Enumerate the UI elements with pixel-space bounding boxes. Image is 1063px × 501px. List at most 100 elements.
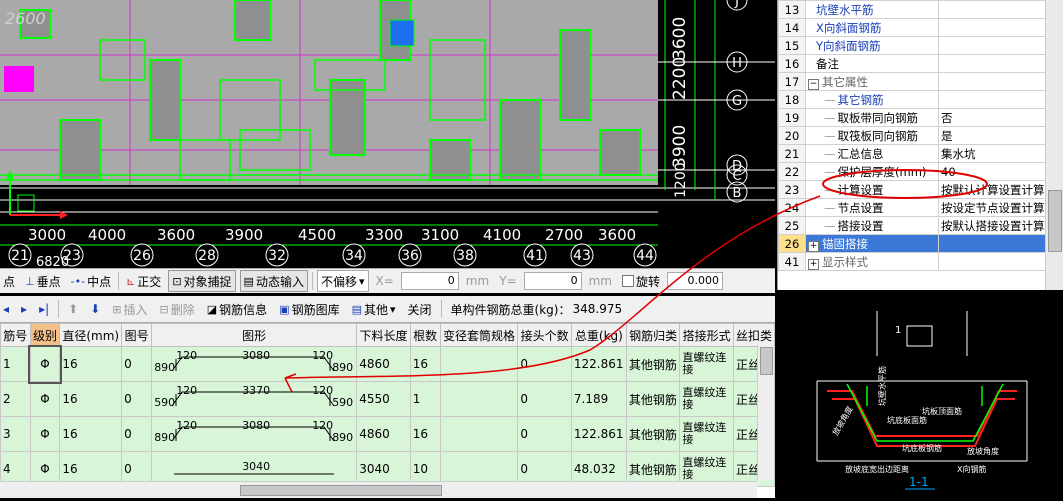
- object-snap-button[interactable]: ⊡对象捕捉: [168, 270, 235, 292]
- grid-header-cell[interactable]: 图号: [122, 324, 152, 347]
- rotate-input[interactable]: 0.000: [667, 272, 723, 290]
- property-row[interactable]: 19—取板带同向钢筋否: [779, 109, 1063, 127]
- cell-grade[interactable]: Φ: [30, 382, 60, 417]
- expand-icon[interactable]: +: [808, 241, 819, 252]
- cell-cut-length[interactable]: 4860: [357, 347, 411, 382]
- cell-figure-no[interactable]: 0: [122, 347, 152, 382]
- properties-scrollbar[interactable]: [1045, 0, 1063, 290]
- property-row[interactable]: 14X向斜面钢筋: [779, 19, 1063, 37]
- grid-header-cell[interactable]: 总重(kg): [571, 324, 626, 347]
- cell-lap-type[interactable]: 直螺纹连接: [680, 417, 734, 452]
- property-row[interactable]: 15Y向斜面钢筋: [779, 37, 1063, 55]
- cell-diameter[interactable]: 16: [60, 382, 122, 417]
- grid-header-cell[interactable]: 级别: [30, 324, 60, 347]
- property-row[interactable]: 23—计算设置按默认计算设置计算: [779, 181, 1063, 199]
- insert-button[interactable]: ⊞插入: [109, 299, 150, 319]
- table-row[interactable]: 1Φ16089012030801208904860160122.861其他钢筋直…: [1, 347, 775, 382]
- cad-drawing-canvas[interactable]: 2600 3600 2200: [0, 0, 775, 268]
- other-menu-button[interactable]: ▤其他▾: [349, 299, 399, 319]
- cell-lap-type[interactable]: 直螺纹连接: [680, 347, 734, 382]
- cell-category[interactable]: 其他钢筋: [626, 382, 680, 417]
- properties-scroll-thumb[interactable]: [1048, 190, 1062, 252]
- property-name-text: 节点设置: [838, 201, 884, 215]
- grid-header-cell[interactable]: 丝扣类: [733, 324, 774, 347]
- cell-total-weight[interactable]: 122.861: [571, 347, 626, 382]
- property-row[interactable]: 18—其它钢筋: [779, 91, 1063, 109]
- x-input[interactable]: 0: [401, 272, 459, 290]
- cell-shape[interactable]: 8901203080120890: [152, 417, 357, 452]
- collapse-icon[interactable]: −: [808, 79, 819, 90]
- grid-header-cell[interactable]: 筋号: [1, 324, 31, 347]
- grid-scroll-thumb[interactable]: [760, 347, 773, 375]
- cell-shape[interactable]: 5901203370120590: [152, 382, 357, 417]
- close-button[interactable]: 关闭: [405, 299, 435, 319]
- nav-last-button[interactable]: ▸|: [36, 299, 52, 319]
- cell-category[interactable]: 其他钢筋: [626, 347, 680, 382]
- grid-header-cell[interactable]: 直径(mm): [60, 324, 122, 347]
- cell-sleeve-spec[interactable]: [440, 417, 518, 452]
- table-row[interactable]: 3Φ16089012030801208904860160122.861其他钢筋直…: [1, 417, 775, 452]
- cell-category[interactable]: 其他钢筋: [626, 417, 680, 452]
- expand-icon[interactable]: +: [808, 259, 819, 270]
- cell-bar-number[interactable]: 1: [1, 347, 31, 382]
- delete-button[interactable]: ⊟删除: [157, 299, 198, 319]
- cell-sleeve-spec[interactable]: [440, 382, 518, 417]
- cell-joint-count[interactable]: 0: [518, 417, 572, 452]
- cell-diameter[interactable]: 16: [60, 347, 122, 382]
- property-row[interactable]: 25—搭接设置按默认搭接设置计算: [779, 217, 1063, 235]
- grid-header-cell[interactable]: 钢筋归类: [626, 324, 680, 347]
- cell-figure-no[interactable]: 0: [122, 382, 152, 417]
- cell-count[interactable]: 16: [410, 347, 440, 382]
- cell-cut-length[interactable]: 4550: [357, 382, 411, 417]
- grid-header-cell[interactable]: 变径套筒规格: [440, 324, 518, 347]
- cell-joint-count[interactable]: 0: [518, 347, 572, 382]
- rebar-info-button[interactable]: ◪钢筋信息: [204, 299, 270, 319]
- cell-count[interactable]: 16: [410, 417, 440, 452]
- property-row[interactable]: 13坑壁水平筋: [779, 1, 1063, 19]
- cell-total-weight[interactable]: 7.189: [571, 382, 626, 417]
- table-row[interactable]: 2Φ16059012033701205904550107.189其他钢筋直螺纹连…: [1, 382, 775, 417]
- grid-header-cell[interactable]: 图形: [152, 324, 357, 347]
- property-row[interactable]: 26+锚固搭接: [779, 235, 1063, 253]
- midpoint-snap-button[interactable]: -•-中点: [68, 271, 114, 291]
- grid-header-cell[interactable]: 搭接形式: [680, 324, 734, 347]
- cell-bar-number[interactable]: 2: [1, 382, 31, 417]
- cell-shape[interactable]: 8901203080120890: [152, 347, 357, 382]
- cell-diameter[interactable]: 16: [60, 417, 122, 452]
- move-down-button[interactable]: ⬇: [87, 299, 103, 319]
- grid-hscroll-thumb[interactable]: [240, 485, 442, 496]
- nav-next-button[interactable]: ▸: [18, 299, 30, 319]
- cell-lap-type[interactable]: 直螺纹连接: [680, 382, 734, 417]
- move-up-button[interactable]: ⬆: [65, 299, 81, 319]
- grid-header-cell[interactable]: 接头个数: [518, 324, 572, 347]
- cell-count[interactable]: 1: [410, 382, 440, 417]
- cell-total-weight[interactable]: 122.861: [571, 417, 626, 452]
- property-row[interactable]: 22—保护层厚度(mm)40: [779, 163, 1063, 181]
- ortho-button[interactable]: ⊾正交: [123, 271, 164, 291]
- property-row[interactable]: 16备注: [779, 55, 1063, 73]
- grid-header-cell[interactable]: 下料长度: [357, 324, 411, 347]
- cell-bar-number[interactable]: 3: [1, 417, 31, 452]
- property-row[interactable]: 41+显示样式: [779, 253, 1063, 271]
- property-row[interactable]: 17−其它属性: [779, 73, 1063, 91]
- rebar-library-button[interactable]: ▣钢筋图库: [276, 299, 342, 319]
- cell-joint-count[interactable]: 0: [518, 382, 572, 417]
- cell-grade[interactable]: Φ: [30, 347, 60, 382]
- property-row-number: 17: [779, 73, 806, 91]
- cell-grade[interactable]: Φ: [30, 417, 60, 452]
- nav-prev-button[interactable]: ◂: [0, 299, 12, 319]
- y-input[interactable]: 0: [524, 272, 582, 290]
- offset-select[interactable]: 不偏移▾: [317, 270, 369, 292]
- cell-figure-no[interactable]: 0: [122, 417, 152, 452]
- property-row[interactable]: 24—节点设置按设定节点设置计算: [779, 199, 1063, 217]
- property-row[interactable]: 20—取筏板同向钢筋是: [779, 127, 1063, 145]
- cell-cut-length[interactable]: 4860: [357, 417, 411, 452]
- grid-horizontal-scrollbar[interactable]: [0, 481, 757, 498]
- grid-vertical-scrollbar[interactable]: [757, 345, 774, 480]
- property-row[interactable]: 21—汇总信息集水坑: [779, 145, 1063, 163]
- rotate-checkbox[interactable]: 旋转: [619, 271, 663, 291]
- cell-sleeve-spec[interactable]: [440, 347, 518, 382]
- grid-header-cell[interactable]: 根数: [410, 324, 440, 347]
- dynamic-input-button[interactable]: ▤动态输入: [240, 270, 308, 292]
- perpendicular-snap-button[interactable]: ⊥垂点: [22, 271, 64, 291]
